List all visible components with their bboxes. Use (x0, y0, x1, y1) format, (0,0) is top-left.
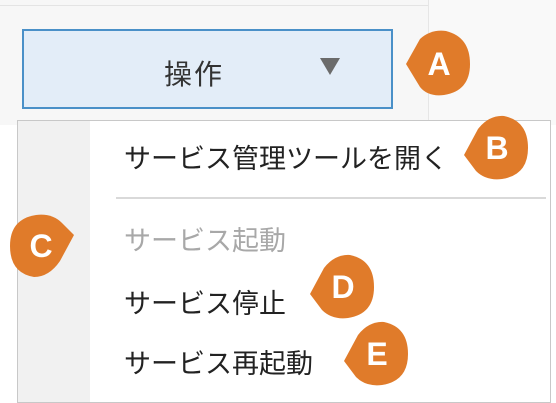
menu-item-stop-service[interactable]: サービス停止 (124, 282, 286, 321)
menu-item-open-service-manager[interactable]: サービス管理ツールを開く (124, 137, 448, 176)
callout-e: E (342, 319, 412, 389)
caret-down-icon (320, 58, 340, 75)
menu-item-start-service: サービス起動 (124, 226, 286, 257)
menu-separator (116, 197, 546, 199)
callout-d: D (308, 252, 378, 322)
callout-b: B (462, 113, 532, 183)
callout-c: C (6, 211, 76, 281)
toolbar-divider (0, 5, 428, 6)
operation-button-label: 操作 (164, 58, 225, 91)
menu-item-restart-service[interactable]: サービス再起動 (124, 342, 313, 381)
callout-a: A (404, 29, 474, 99)
operation-dropdown-button[interactable]: 操作 (22, 29, 393, 109)
